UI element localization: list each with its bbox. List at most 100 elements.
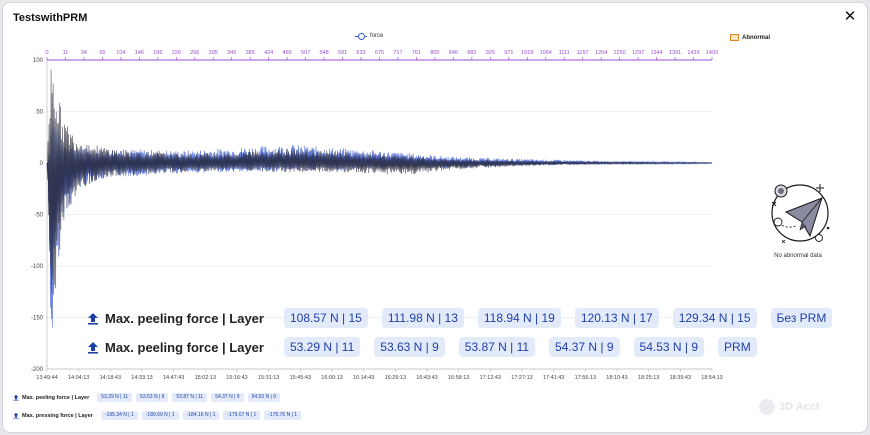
summary-chip[interactable]: 129.34 N | 15 — [672, 308, 757, 328]
top-tick-label: 761 — [412, 50, 421, 56]
series-line-force-0 — [46, 121, 713, 328]
top-tick-label: 226 — [172, 50, 181, 56]
legend-line-marker-icon — [355, 33, 367, 40]
summary-chip[interactable]: -179.67 N | 1 — [223, 411, 261, 420]
top-tick-label: 675 — [375, 50, 384, 56]
summary-label: Max. peeling force | Layer — [105, 339, 264, 355]
top-tick-label: 65 — [99, 50, 105, 56]
summary-chip[interactable]: 53.29 N | 11 — [283, 337, 361, 357]
top-tick-label: 805 — [430, 50, 439, 56]
x-tick-label: 17:27:13 — [511, 375, 532, 381]
summary-large-row-1: Max. peeling force | Layer 53.29 N | 11 … — [87, 337, 757, 357]
summary-small-row-0: Max. peeling force | Layer 53.29 N | 11 … — [13, 393, 280, 402]
top-tick-label: 1391 — [669, 50, 681, 56]
summary-chip[interactable]: 120.13 N | 17 — [574, 308, 659, 328]
summary-chip[interactable]: Без PRM — [770, 308, 833, 328]
summary-chip[interactable]: 54.53 N | 9 — [633, 337, 705, 357]
x-tick-label: 15:02:13 — [195, 375, 216, 381]
summary-chip[interactable]: -175.76 N | 1 — [264, 411, 302, 420]
x-tick-label: 17:41:43 — [543, 375, 564, 381]
top-tick-label: 345 — [227, 50, 236, 56]
summary-chip[interactable]: -184.16 N | 1 — [182, 411, 220, 420]
upload-arrow-icon[interactable] — [13, 412, 19, 419]
top-tick-label: 1111 — [559, 50, 570, 56]
top-tick-label: 633 — [356, 50, 365, 56]
x-tick-label: 17:12:43 — [480, 375, 501, 381]
top-tick-label: 11 — [63, 50, 69, 56]
x-tick-label: 18:10:43 — [606, 375, 627, 381]
top-tick-label: 548 — [319, 50, 328, 56]
summary-chip[interactable]: -189.69 N | 1 — [141, 411, 179, 420]
x-tick-label: 14:47:43 — [163, 375, 184, 381]
summary-label: Max. peeling force | Layer — [22, 394, 90, 401]
summary-chip[interactable]: 54.53 N | 9 — [247, 393, 280, 402]
summary-small-row-1: Max. pressing force | Layer -195.34 N | … — [13, 411, 302, 420]
top-tick-label: 925 — [486, 50, 495, 56]
x-tick-label: 17:56:13 — [575, 375, 596, 381]
summary-chip[interactable]: 53.87 N | 11 — [172, 393, 208, 402]
legend-force-label: force — [370, 33, 384, 39]
summary-chip[interactable]: 53.29 N | 11 — [97, 393, 133, 402]
summary-chip[interactable]: 54.37 N | 9 — [211, 393, 244, 402]
top-tick-label: 1344 — [650, 50, 662, 56]
series-line-force-1 — [46, 69, 713, 319]
top-tick-label: 0 — [45, 50, 48, 56]
x-tick-label: 16:14:43 — [353, 375, 374, 381]
legend-force[interactable]: force — [355, 33, 384, 40]
top-tick-label: 1157 — [577, 50, 589, 56]
top-tick-label: 1064 — [540, 50, 552, 56]
top-tick-label: 305 — [209, 50, 218, 56]
top-tick-label: 146 — [135, 50, 144, 56]
y-tick-label: 50 — [36, 110, 43, 116]
summary-label: Max. pressing force | Layer — [22, 412, 93, 419]
summary-chip[interactable]: 108.57 N | 15 — [283, 308, 368, 328]
top-tick-label: 34 — [81, 50, 87, 56]
force-chart: 100 50 0 -50 -100 -150 -200 13:49:44 14:04:13 14:… — [31, 50, 723, 381]
x-tick-label: 13:49:44 — [36, 375, 57, 381]
no-abnormal-data-text: No abnormal data — [774, 253, 822, 259]
top-tick-label: 1297 — [632, 50, 644, 56]
x-tick-label: 16:43:43 — [416, 375, 437, 381]
summary-chip[interactable]: 118.94 N | 19 — [477, 308, 561, 328]
top-tick-label: 1018 — [521, 50, 533, 56]
summary-chip[interactable]: 111.98 N | 13 — [381, 308, 464, 328]
x-tick-label: 18:54:13 — [701, 375, 722, 381]
summary-chip[interactable]: 53.63 N | 9 — [136, 393, 169, 402]
y-tick-label: -200 — [31, 367, 44, 373]
y-tick-label: 100 — [33, 58, 44, 64]
x-tick-label: 14:33:13 — [131, 375, 152, 381]
top-tick-label: 717 — [393, 50, 402, 56]
legend-abnormal[interactable]: Abnormal — [730, 34, 770, 41]
top-tick-label: 1493 — [706, 50, 718, 56]
x-tick-label: 15:16:43 — [226, 375, 247, 381]
top-tick-label: 465 — [283, 50, 292, 56]
top-tick-label: 186 — [153, 50, 162, 56]
legend-abnormal-swatch-icon — [730, 34, 739, 41]
x-tick-label: 18:39:43 — [670, 375, 691, 381]
watermark-logo: 3D Acct — [759, 399, 820, 415]
summary-chip[interactable]: -195.34 N | 1 — [100, 411, 138, 420]
y-tick-label: -50 — [34, 213, 43, 219]
top-tick-label: 1250 — [614, 50, 626, 56]
summary-label: Max. peeling force | Layer — [105, 310, 264, 326]
x-tick-label: 16:29:13 — [385, 375, 406, 381]
summary-chip[interactable]: 53.63 N | 9 — [374, 337, 445, 357]
paper-plane-icon — [771, 184, 830, 244]
x-tick-label: 14:04:13 — [68, 375, 89, 381]
top-tick-label: 1204 — [595, 50, 607, 56]
top-tick-label: 591 — [338, 50, 347, 56]
upload-arrow-icon[interactable] — [87, 312, 99, 325]
top-tick-label: 846 — [449, 50, 458, 56]
y-tick-label: -100 — [31, 264, 44, 270]
upload-arrow-icon[interactable] — [13, 394, 19, 401]
x-tick-label: 18:25:13 — [638, 375, 659, 381]
legend-abnormal-label: Abnormal — [742, 34, 771, 41]
top-tick-label: 266 — [190, 50, 199, 56]
summary-chip[interactable]: 53.87 N | 11 — [458, 337, 536, 357]
top-tick-label: 104 — [116, 50, 125, 56]
upload-arrow-icon[interactable] — [87, 341, 99, 354]
summary-chip[interactable]: 54.37 N | 9 — [549, 337, 620, 357]
summary-chip[interactable]: PRM — [718, 337, 757, 357]
top-tick-label: 882 — [467, 50, 476, 56]
top-tick-label: 1439 — [687, 50, 699, 56]
